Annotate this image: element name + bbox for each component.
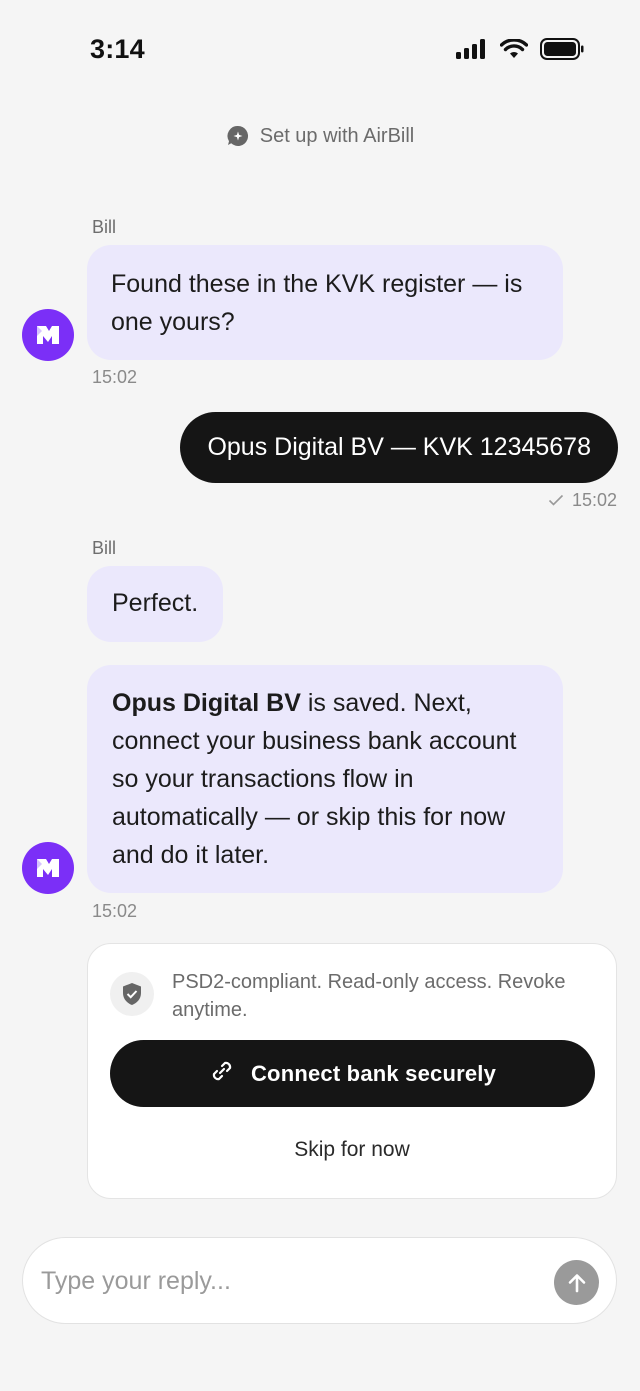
- incoming-message: Perfect.: [87, 566, 224, 642]
- message-text: Opus Digital BV — KVK 12345678: [207, 433, 591, 461]
- chat-header: Set up with AirBill: [0, 124, 640, 148]
- airbill-logo-icon: [37, 326, 59, 344]
- bank-connect-card: PSD2-compliant. Read-only access. Revoke…: [87, 943, 617, 1199]
- message-time: 15:02: [571, 490, 617, 510]
- connect-bank-button[interactable]: Connect bank securely: [110, 1040, 595, 1107]
- status-icons: [456, 38, 584, 65]
- shield-icon: [110, 972, 154, 1016]
- wifi-icon: [499, 38, 529, 64]
- reply-composer: [22, 1237, 617, 1324]
- battery-icon: [540, 38, 584, 65]
- airbill-logo-icon: [37, 859, 59, 877]
- bot-avatar: [22, 842, 74, 894]
- incoming-message: Found these in the KVK register — is one…: [87, 245, 563, 360]
- header-title: Set up with AirBill: [259, 124, 415, 147]
- skip-button[interactable]: Skip for now: [88, 1138, 616, 1162]
- outgoing-message: Opus Digital BV — KVK 12345678: [180, 412, 618, 483]
- message-text: Perfect.: [112, 589, 199, 617]
- bot-avatar: [22, 309, 74, 361]
- link-icon: [209, 1058, 235, 1090]
- status-time: 3:14: [90, 34, 145, 64]
- chat-screen: 3:14 Set up with AirBill Bill Found thes…: [0, 0, 640, 1391]
- sender-name: Bill: [92, 538, 117, 558]
- message-text: Found these in the KVK register — is one…: [111, 270, 523, 336]
- send-button[interactable]: [554, 1260, 599, 1305]
- sender-name: Bill: [92, 217, 117, 237]
- incoming-message: Opus Digital BV is saved. Next, connect …: [87, 665, 563, 893]
- message-status: 15:02: [548, 490, 617, 511]
- message-time: 15:02: [92, 901, 138, 921]
- security-note: PSD2-compliant. Read-only access. Revoke…: [172, 971, 566, 1021]
- reply-input[interactable]: [41, 1260, 521, 1302]
- message-time: 15:02: [92, 367, 138, 387]
- checkmark-icon: [548, 490, 564, 511]
- chat-bubble-icon: [226, 124, 250, 148]
- company-name: Opus Digital BV: [112, 689, 301, 717]
- cellular-signal-icon: [456, 39, 488, 64]
- connect-bank-label: Connect bank securely: [250, 1060, 497, 1086]
- arrow-up-icon: [568, 1273, 585, 1292]
